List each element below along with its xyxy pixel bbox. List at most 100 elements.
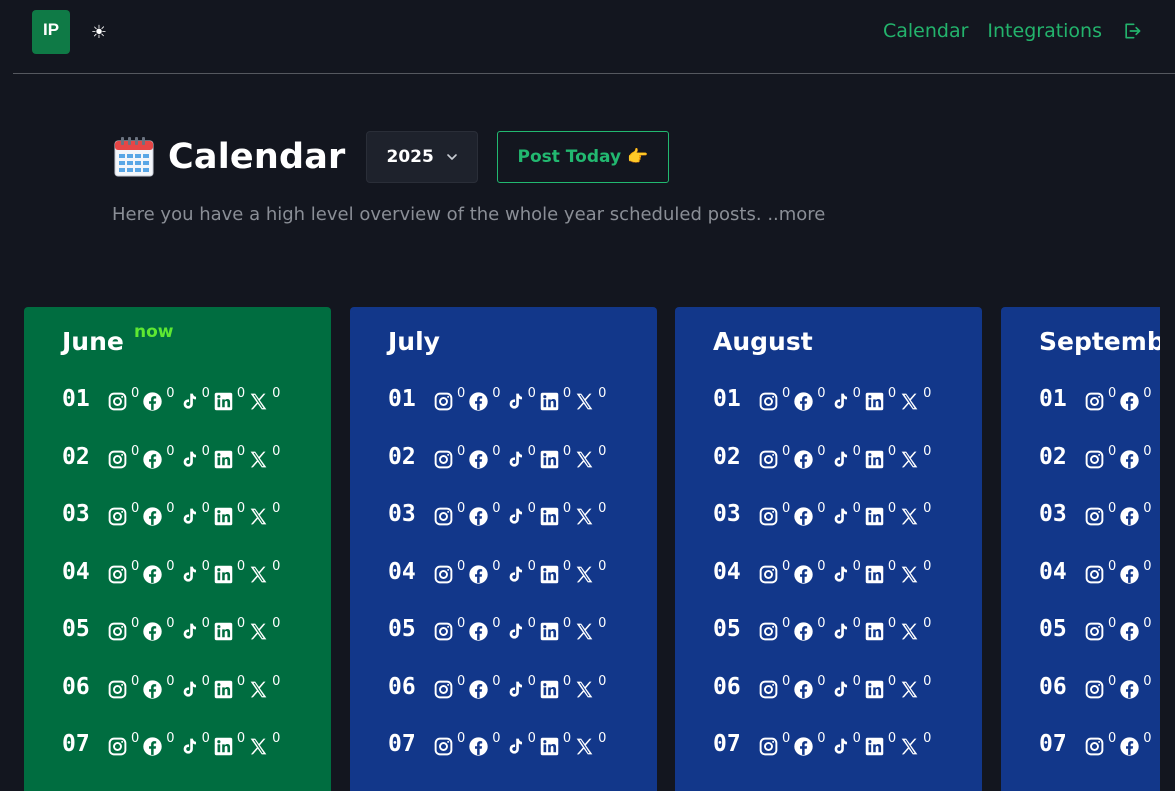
- day-row[interactable]: 0500000: [62, 615, 283, 643]
- month-card-august: August 01 0 0 0 0 0 02 0 0 0 0 0 03 0 0 0 0 0 04 0 0 0 0 0 05 0 0 0 0…: [675, 307, 982, 791]
- instagram-count: 0: [107, 616, 139, 642]
- page-title: Calendar: [168, 137, 346, 177]
- day-row[interactable]: 0300000: [1039, 500, 1160, 528]
- day-row[interactable]: 0700000: [713, 730, 934, 758]
- post-count: 0: [236, 730, 246, 746]
- day-row[interactable]: 0700000: [388, 730, 609, 758]
- tiktok-icon: [504, 675, 525, 700]
- post-count: 0: [492, 673, 501, 689]
- x-count: 0: [899, 731, 931, 757]
- main-nav: Calendar Integrations: [883, 20, 1142, 42]
- post-count: 0: [852, 385, 861, 401]
- day-row[interactable]: 0600000: [713, 673, 934, 701]
- facebook-icon: [468, 502, 489, 527]
- post-count: 0: [457, 558, 466, 574]
- day-number: 07: [62, 731, 90, 757]
- post-today-button[interactable]: Post Today 👉: [496, 131, 670, 183]
- more-link[interactable]: ..more: [767, 204, 825, 225]
- instagram-count: 0: [433, 731, 465, 757]
- day-row[interactable]: 0200000: [388, 443, 609, 471]
- facebook-count: 0: [793, 386, 826, 412]
- linkedin-count: 0: [864, 444, 896, 470]
- linkedin-count: 0: [864, 559, 896, 585]
- facebook-icon: [142, 732, 163, 757]
- tiktok-count: 0: [178, 559, 210, 585]
- logout-icon[interactable]: [1122, 21, 1142, 41]
- day-row[interactable]: 0200000: [62, 443, 283, 471]
- post-count: 0: [527, 385, 536, 401]
- day-number: 05: [388, 616, 416, 642]
- tiktok-count: 0: [829, 674, 861, 700]
- linkedin-icon: [539, 617, 560, 642]
- day-row[interactable]: 0300000: [62, 500, 283, 528]
- tiktok-count: 0: [1155, 445, 1160, 470]
- day-row[interactable]: 0400000: [1039, 558, 1160, 586]
- post-count: 0: [817, 615, 826, 631]
- day-row[interactable]: 0300000: [713, 500, 934, 528]
- day-row[interactable]: 0600000: [62, 673, 283, 701]
- post-count: 0: [131, 673, 140, 689]
- facebook-icon: [1119, 502, 1140, 527]
- linkedin-icon: [864, 502, 885, 527]
- day-row[interactable]: 0500000: [388, 615, 609, 643]
- day-row[interactable]: 0700000: [1039, 730, 1160, 758]
- day-row[interactable]: 0500000: [1039, 615, 1160, 643]
- tiktok-icon: [504, 502, 525, 527]
- linkedin-count: 0: [213, 730, 246, 757]
- facebook-count: 0: [468, 673, 501, 700]
- day-row[interactable]: 0200000: [1039, 443, 1160, 471]
- day-row[interactable]: 0600000: [1039, 673, 1160, 701]
- linkedin-count: 0: [864, 731, 896, 757]
- x-icon: [574, 617, 595, 642]
- app-logo[interactable]: IP: [32, 10, 70, 54]
- post-count: 0: [236, 558, 246, 574]
- day-row[interactable]: 0700000: [62, 730, 283, 758]
- post-count: 0: [598, 385, 607, 401]
- facebook-count: 0: [1119, 616, 1152, 642]
- facebook-icon: [142, 445, 163, 470]
- tiktok-icon: [504, 617, 525, 642]
- x-count: 0: [574, 385, 607, 412]
- day-row[interactable]: 0400000: [388, 558, 609, 586]
- tiktok-icon: [829, 617, 850, 642]
- day-row[interactable]: 0500000: [713, 615, 934, 643]
- day-row[interactable]: 0100000: [713, 385, 934, 413]
- post-count: 0: [1143, 385, 1152, 401]
- nav-link-calendar[interactable]: Calendar: [883, 20, 968, 42]
- tiktok-count: 0: [504, 444, 536, 470]
- x-icon: [899, 675, 920, 700]
- linkedin-count: 0: [213, 501, 245, 527]
- post-count: 0: [923, 385, 932, 401]
- day-number: 05: [713, 616, 741, 642]
- nav-link-integrations[interactable]: Integrations: [987, 20, 1102, 42]
- instagram-icon: [1084, 617, 1105, 642]
- post-count: 0: [492, 558, 501, 574]
- linkedin-count: 0: [539, 386, 571, 412]
- post-count: 0: [236, 385, 246, 401]
- day-row[interactable]: 0100000: [1039, 385, 1160, 413]
- day-number: 06: [62, 674, 90, 700]
- sun-icon[interactable]: ☀: [88, 22, 110, 44]
- post-count: 0: [201, 673, 210, 689]
- facebook-count: 0: [793, 615, 826, 642]
- day-number: 07: [388, 731, 416, 757]
- day-row[interactable]: 0600000: [388, 673, 609, 701]
- instagram-icon: [1084, 387, 1105, 412]
- post-count: 0: [782, 443, 791, 459]
- day-row[interactable]: 0400000: [62, 558, 283, 586]
- day-row[interactable]: 0400000: [713, 558, 934, 586]
- description-text: Here you have a high level overview of t…: [112, 204, 768, 225]
- linkedin-icon: [864, 560, 885, 585]
- post-count: 0: [887, 615, 897, 631]
- day-row[interactable]: 0200000: [713, 443, 934, 471]
- day-row[interactable]: 0300000: [388, 500, 609, 528]
- day-row[interactable]: 0100000: [62, 385, 283, 413]
- day-number: 01: [388, 386, 416, 412]
- day-row[interactable]: 0100000: [388, 385, 609, 413]
- year-select[interactable]: 2025: [365, 131, 478, 183]
- instagram-icon: [433, 675, 454, 700]
- facebook-icon: [468, 732, 489, 757]
- post-count: 0: [817, 673, 826, 689]
- instagram-count: 0: [1084, 386, 1116, 412]
- day-number: 01: [713, 386, 741, 412]
